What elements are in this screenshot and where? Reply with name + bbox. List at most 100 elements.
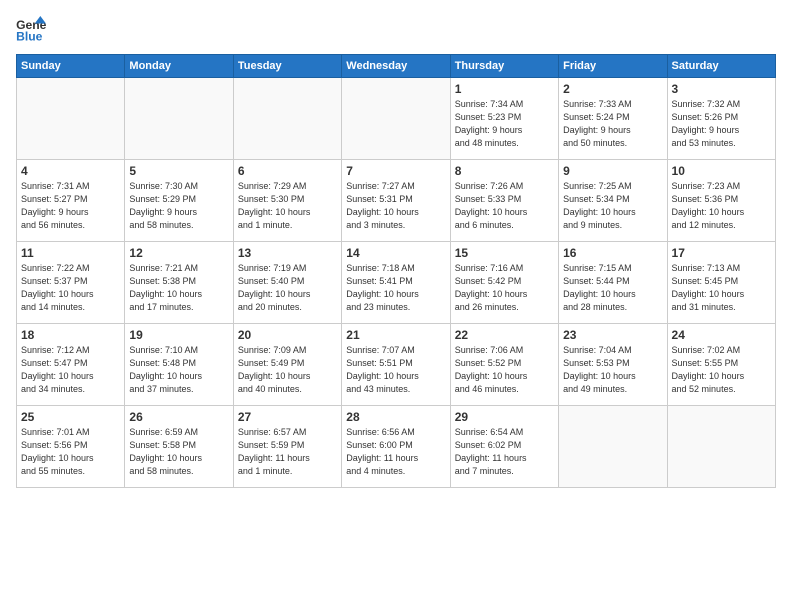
calendar-cell: 29Sunrise: 6:54 AM Sunset: 6:02 PM Dayli… <box>450 406 558 488</box>
calendar-cell: 14 Sunrise: 7:18 AM Sunset: 5:41 PM Dayli… <box>342 242 450 324</box>
day-header-tuesday: Tuesday <box>233 55 341 78</box>
day-info: Sunrise: 7:10 AM Sunset: 5:48 PM Dayligh… <box>129 344 228 396</box>
day-info: Sunrise: 7:23 AM Sunset: 5:36 PM Dayligh… <box>672 180 771 232</box>
day-number: 20 <box>238 328 337 342</box>
day-header-monday: Monday <box>125 55 233 78</box>
day-number: 4 <box>21 164 120 178</box>
day-info: Sunrise: 7:25 AM Sunset: 5:34 PM Dayligh… <box>563 180 662 232</box>
calendar-cell: 3 Sunrise: 7:32 AM Sunset: 5:26 PM Daylig… <box>667 78 775 160</box>
calendar-cell: 1 Sunrise: 7:34 AM Sunset: 5:23 PM Daylig… <box>450 78 558 160</box>
calendar-cell: 21 Sunrise: 7:07 AM Sunset: 5:51 PM Dayli… <box>342 324 450 406</box>
day-info: Sunrise: 7:09 AM Sunset: 5:49 PM Dayligh… <box>238 344 337 396</box>
day-number: 28 <box>346 410 445 424</box>
day-number: 25 <box>21 410 120 424</box>
calendar-cell: 24 Sunrise: 7:02 AM Sunset: 5:55 PM Dayli… <box>667 324 775 406</box>
calendar-cell: 11 Sunrise: 7:22 AM Sunset: 5:37 PM Dayli… <box>17 242 125 324</box>
day-number: 21 <box>346 328 445 342</box>
calendar-cell: 6 Sunrise: 7:29 AM Sunset: 5:30 PM Daylig… <box>233 160 341 242</box>
day-info: Sunrise: 7:26 AM Sunset: 5:33 PM Dayligh… <box>455 180 554 232</box>
calendar-cell: 20 Sunrise: 7:09 AM Sunset: 5:49 PM Dayli… <box>233 324 341 406</box>
day-info: Sunrise: 7:29 AM Sunset: 5:30 PM Dayligh… <box>238 180 337 232</box>
week-row-2: 11 Sunrise: 7:22 AM Sunset: 5:37 PM Dayli… <box>17 242 776 324</box>
day-info: Sunrise: 7:15 AM Sunset: 5:44 PM Dayligh… <box>563 262 662 314</box>
logo: General Blue <box>16 16 46 44</box>
day-number: 15 <box>455 246 554 260</box>
calendar-cell: 27 Sunrise: 6:57 AM Sunset: 5:59 PM Dayli… <box>233 406 341 488</box>
calendar-cell <box>667 406 775 488</box>
day-number: 5 <box>129 164 228 178</box>
day-header-wednesday: Wednesday <box>342 55 450 78</box>
day-info: Sunrise: 7:22 AM Sunset: 5:37 PM Dayligh… <box>21 262 120 314</box>
calendar-cell: 7 Sunrise: 7:27 AM Sunset: 5:31 PM Daylig… <box>342 160 450 242</box>
calendar-cell: 25 Sunrise: 7:01 AM Sunset: 5:56 PM Dayli… <box>17 406 125 488</box>
day-info: Sunrise: 7:02 AM Sunset: 5:55 PM Dayligh… <box>672 344 771 396</box>
day-info: Sunrise: 7:34 AM Sunset: 5:23 PM Dayligh… <box>455 98 554 150</box>
day-number: 23 <box>563 328 662 342</box>
day-number: 6 <box>238 164 337 178</box>
day-info: Sunrise: 7:06 AM Sunset: 5:52 PM Dayligh… <box>455 344 554 396</box>
day-info: Sunrise: 7:13 AM Sunset: 5:45 PM Dayligh… <box>672 262 771 314</box>
day-info: Sunrise: 6:54 AM Sunset: 6:02 PM Dayligh… <box>455 426 554 478</box>
calendar-cell: 12 Sunrise: 7:21 AM Sunset: 5:38 PM Dayli… <box>125 242 233 324</box>
calendar-cell: 5 Sunrise: 7:30 AM Sunset: 5:29 PM Daylig… <box>125 160 233 242</box>
day-number: 1 <box>455 82 554 96</box>
calendar-cell: 23 Sunrise: 7:04 AM Sunset: 5:53 PM Dayli… <box>559 324 667 406</box>
calendar-header-row: SundayMondayTuesdayWednesdayThursdayFrid… <box>17 55 776 78</box>
day-number: 2 <box>563 82 662 96</box>
calendar-cell: 28 Sunrise: 6:56 AM Sunset: 6:00 PM Dayli… <box>342 406 450 488</box>
day-number: 12 <box>129 246 228 260</box>
logo-icon: General Blue <box>16 16 46 44</box>
calendar-cell <box>342 78 450 160</box>
day-number: 7 <box>346 164 445 178</box>
day-info: Sunrise: 7:30 AM Sunset: 5:29 PM Dayligh… <box>129 180 228 232</box>
page: General Blue SundayMondayTuesdayWednesda… <box>0 0 792 612</box>
week-row-3: 18Sunrise: 7:12 AM Sunset: 5:47 PM Dayli… <box>17 324 776 406</box>
day-info: Sunrise: 7:16 AM Sunset: 5:42 PM Dayligh… <box>455 262 554 314</box>
calendar-cell: 19 Sunrise: 7:10 AM Sunset: 5:48 PM Dayli… <box>125 324 233 406</box>
day-info: Sunrise: 6:57 AM Sunset: 5:59 PM Dayligh… <box>238 426 337 478</box>
day-info: Sunrise: 7:27 AM Sunset: 5:31 PM Dayligh… <box>346 180 445 232</box>
calendar-cell <box>559 406 667 488</box>
calendar-cell <box>17 78 125 160</box>
calendar-body: 1 Sunrise: 7:34 AM Sunset: 5:23 PM Daylig… <box>17 78 776 488</box>
day-info: Sunrise: 7:07 AM Sunset: 5:51 PM Dayligh… <box>346 344 445 396</box>
day-header-sunday: Sunday <box>17 55 125 78</box>
week-row-0: 1 Sunrise: 7:34 AM Sunset: 5:23 PM Daylig… <box>17 78 776 160</box>
day-number: 14 <box>346 246 445 260</box>
calendar: SundayMondayTuesdayWednesdayThursdayFrid… <box>16 54 776 488</box>
day-number: 11 <box>21 246 120 260</box>
week-row-4: 25 Sunrise: 7:01 AM Sunset: 5:56 PM Dayli… <box>17 406 776 488</box>
day-info: Sunrise: 7:01 AM Sunset: 5:56 PM Dayligh… <box>21 426 120 478</box>
calendar-cell <box>125 78 233 160</box>
day-number: 19 <box>129 328 228 342</box>
day-number: 8 <box>455 164 554 178</box>
header: General Blue <box>16 16 776 44</box>
day-number: 17 <box>672 246 771 260</box>
day-info: Sunrise: 6:56 AM Sunset: 6:00 PM Dayligh… <box>346 426 445 478</box>
calendar-cell: 10 Sunrise: 7:23 AM Sunset: 5:36 PM Dayli… <box>667 160 775 242</box>
day-info: Sunrise: 7:21 AM Sunset: 5:38 PM Dayligh… <box>129 262 228 314</box>
day-info: Sunrise: 7:12 AM Sunset: 5:47 PM Dayligh… <box>21 344 120 396</box>
calendar-cell: 13Sunrise: 7:19 AM Sunset: 5:40 PM Dayli… <box>233 242 341 324</box>
day-info: Sunrise: 6:59 AM Sunset: 5:58 PM Dayligh… <box>129 426 228 478</box>
day-number: 10 <box>672 164 771 178</box>
day-info: Sunrise: 7:32 AM Sunset: 5:26 PM Dayligh… <box>672 98 771 150</box>
day-number: 3 <box>672 82 771 96</box>
calendar-cell: 8 Sunrise: 7:26 AM Sunset: 5:33 PM Daylig… <box>450 160 558 242</box>
day-number: 27 <box>238 410 337 424</box>
calendar-cell: 2 Sunrise: 7:33 AM Sunset: 5:24 PM Daylig… <box>559 78 667 160</box>
calendar-cell <box>233 78 341 160</box>
svg-text:Blue: Blue <box>16 29 43 43</box>
day-info: Sunrise: 7:33 AM Sunset: 5:24 PM Dayligh… <box>563 98 662 150</box>
calendar-cell: 22 Sunrise: 7:06 AM Sunset: 5:52 PM Dayli… <box>450 324 558 406</box>
day-number: 9 <box>563 164 662 178</box>
day-header-saturday: Saturday <box>667 55 775 78</box>
calendar-cell: 9 Sunrise: 7:25 AM Sunset: 5:34 PM Daylig… <box>559 160 667 242</box>
day-header-thursday: Thursday <box>450 55 558 78</box>
day-number: 22 <box>455 328 554 342</box>
day-info: Sunrise: 7:18 AM Sunset: 5:41 PM Dayligh… <box>346 262 445 314</box>
week-row-1: 4Sunrise: 7:31 AM Sunset: 5:27 PM Daylig… <box>17 160 776 242</box>
day-info: Sunrise: 7:04 AM Sunset: 5:53 PM Dayligh… <box>563 344 662 396</box>
calendar-cell: 17 Sunrise: 7:13 AM Sunset: 5:45 PM Dayli… <box>667 242 775 324</box>
day-number: 24 <box>672 328 771 342</box>
